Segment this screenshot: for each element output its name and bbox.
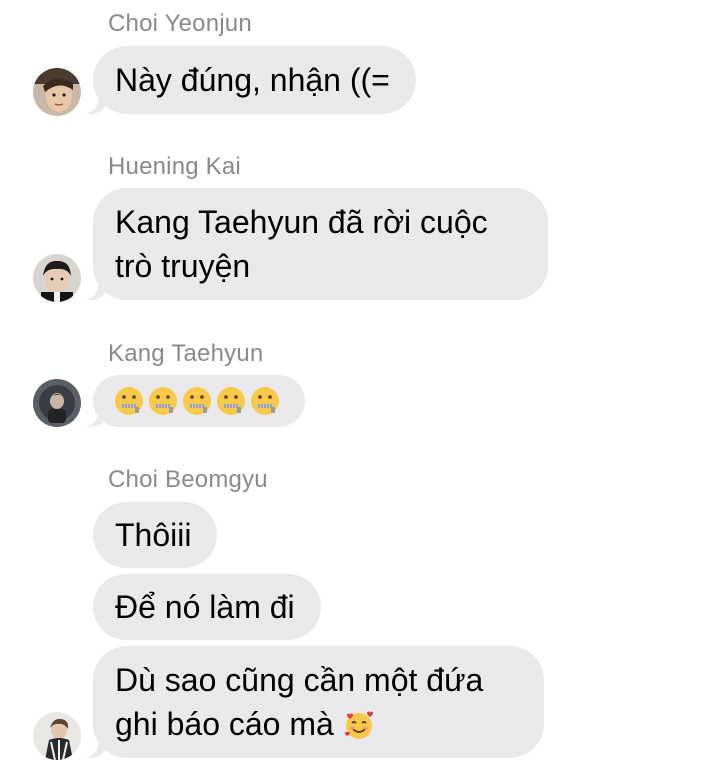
emoji-row	[113, 385, 281, 417]
avatar[interactable]	[33, 712, 81, 760]
message-text: Này đúng, nhận ((=	[115, 62, 390, 98]
chat-thread: Choi Yeonjun Này đúng, nhận ((= Huening …	[0, 0, 719, 781]
avatar-huening-kai-icon	[33, 254, 81, 302]
avatar[interactable]	[33, 379, 81, 427]
message-bubble[interactable]: Kang Taehyun đã rời cuộc trò truyện	[93, 188, 548, 300]
avatar[interactable]	[33, 254, 81, 302]
message-bubble[interactable]: Dù sao cũng cần một đứa ghi báo cáo mà	[93, 646, 544, 758]
sender-name: Choi Yeonjun	[108, 10, 252, 37]
message-text: Để nó làm đi	[115, 589, 295, 625]
message-bubble[interactable]: Thôiii	[93, 502, 218, 568]
avatar-kang-taehyun-icon	[33, 379, 81, 427]
smiling-face-with-hearts-icon	[344, 711, 373, 739]
message-text: Dù sao cũng cần một đứa ghi báo cáo mà	[115, 662, 484, 742]
zipper-mouth-face-icon	[115, 387, 143, 415]
message-text: Kang Taehyun đã rời cuộc trò truyện	[115, 204, 488, 284]
sender-name: Kang Taehyun	[108, 340, 264, 367]
avatar-choi-beomgyu-icon	[33, 712, 81, 760]
message-text: Thôiii	[115, 517, 192, 553]
zipper-mouth-face-icon	[183, 387, 211, 415]
zipper-mouth-face-icon	[251, 387, 279, 415]
sender-name: Huening Kai	[108, 153, 241, 180]
message-bubble[interactable]: Để nó làm đi	[93, 574, 321, 640]
message-bubble[interactable]	[93, 375, 305, 427]
sender-name: Choi Beomgyu	[108, 466, 268, 493]
zipper-mouth-face-icon	[217, 387, 245, 415]
message-bubble[interactable]: Này đúng, nhận ((=	[93, 46, 416, 114]
avatar[interactable]	[33, 68, 81, 116]
avatar-choi-yeonjun-icon	[33, 68, 81, 116]
zipper-mouth-face-icon	[149, 387, 177, 415]
